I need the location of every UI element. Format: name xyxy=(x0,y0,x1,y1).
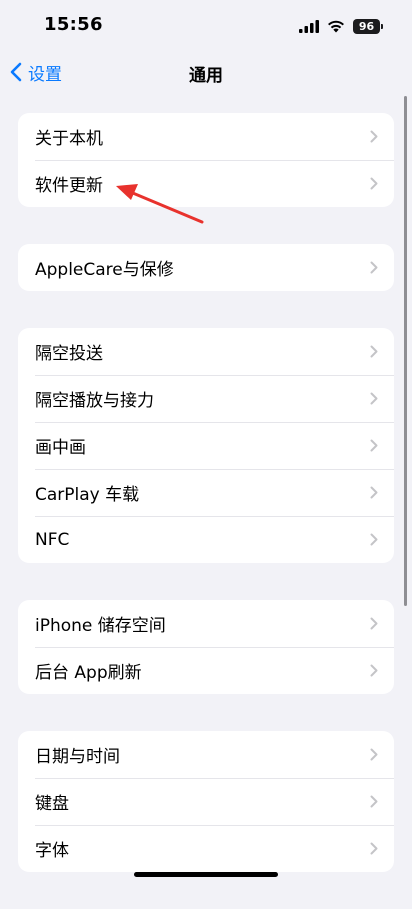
chevron-right-icon xyxy=(370,177,378,190)
row-label: 后台 App刷新 xyxy=(35,663,142,683)
settings-row-airdrop[interactable]: 隔空投送 xyxy=(18,328,394,375)
row-label: 关于本机 xyxy=(35,129,103,149)
row-label: 日期与时间 xyxy=(35,747,120,767)
settings-row-about[interactable]: 关于本机 xyxy=(18,113,394,160)
settings-group-locale: 日期与时间 键盘 字体 xyxy=(18,731,394,872)
row-label: 键盘 xyxy=(35,794,69,814)
navigation-bar: 设置 通用 xyxy=(0,50,412,94)
settings-row-carplay[interactable]: CarPlay 车载 xyxy=(18,469,394,516)
annotation-arrow xyxy=(116,184,204,224)
row-label: 软件更新 xyxy=(35,176,103,196)
row-label: 隔空播放与接力 xyxy=(35,391,154,411)
row-label: CarPlay 车载 xyxy=(35,485,140,505)
settings-row-keyboard[interactable]: 键盘 xyxy=(18,778,394,825)
settings-row-background-refresh[interactable]: 后台 App刷新 xyxy=(18,647,394,694)
chevron-right-icon xyxy=(370,795,378,808)
row-label: 隔空投送 xyxy=(35,344,103,364)
settings-group-connectivity: 隔空投送 隔空播放与接力 画中画 CarPlay 车载 NFC xyxy=(18,328,394,563)
settings-row-nfc[interactable]: NFC xyxy=(18,516,394,563)
chevron-right-icon xyxy=(370,664,378,677)
battery-icon: 96 xyxy=(353,18,383,34)
settings-row-airplay-handoff[interactable]: 隔空播放与接力 xyxy=(18,375,394,422)
chevron-right-icon xyxy=(370,533,378,546)
settings-row-fonts[interactable]: 字体 xyxy=(18,825,394,872)
settings-row-applecare[interactable]: AppleCare与保修 xyxy=(18,244,394,291)
scroll-indicator[interactable] xyxy=(404,96,407,606)
row-label: 画中画 xyxy=(35,438,86,458)
row-label: NFC xyxy=(35,529,70,550)
page-title: 通用 xyxy=(189,66,223,86)
chevron-right-icon xyxy=(370,345,378,358)
chevron-right-icon xyxy=(370,486,378,499)
row-label: iPhone 储存空间 xyxy=(35,616,166,636)
chevron-right-icon xyxy=(370,392,378,405)
status-bar: 15:56 96 xyxy=(0,0,412,50)
settings-group-storage: iPhone 储存空间 后台 App刷新 xyxy=(18,600,394,694)
status-time: 15:56 xyxy=(44,14,103,35)
wifi-icon xyxy=(328,20,344,33)
home-indicator[interactable] xyxy=(134,872,278,877)
chevron-right-icon xyxy=(370,748,378,761)
settings-row-picture-in-picture[interactable]: 画中画 xyxy=(18,422,394,469)
row-label: AppleCare与保修 xyxy=(35,260,174,280)
row-label: 字体 xyxy=(35,841,69,861)
settings-row-date-time[interactable]: 日期与时间 xyxy=(18,731,394,778)
settings-group-applecare: AppleCare与保修 xyxy=(18,244,394,291)
settings-row-iphone-storage[interactable]: iPhone 储存空间 xyxy=(18,600,394,647)
chevron-right-icon xyxy=(370,261,378,274)
chevron-right-icon xyxy=(370,439,378,452)
signal-icon xyxy=(299,19,319,33)
chevron-right-icon xyxy=(370,617,378,630)
chevron-right-icon xyxy=(370,130,378,143)
settings-list: 关于本机 软件更新 AppleCare与保修 隔空投送 隔空播放与接力 画中画 … xyxy=(18,113,394,909)
chevron-right-icon xyxy=(370,842,378,855)
status-icons: 96 xyxy=(299,17,383,35)
